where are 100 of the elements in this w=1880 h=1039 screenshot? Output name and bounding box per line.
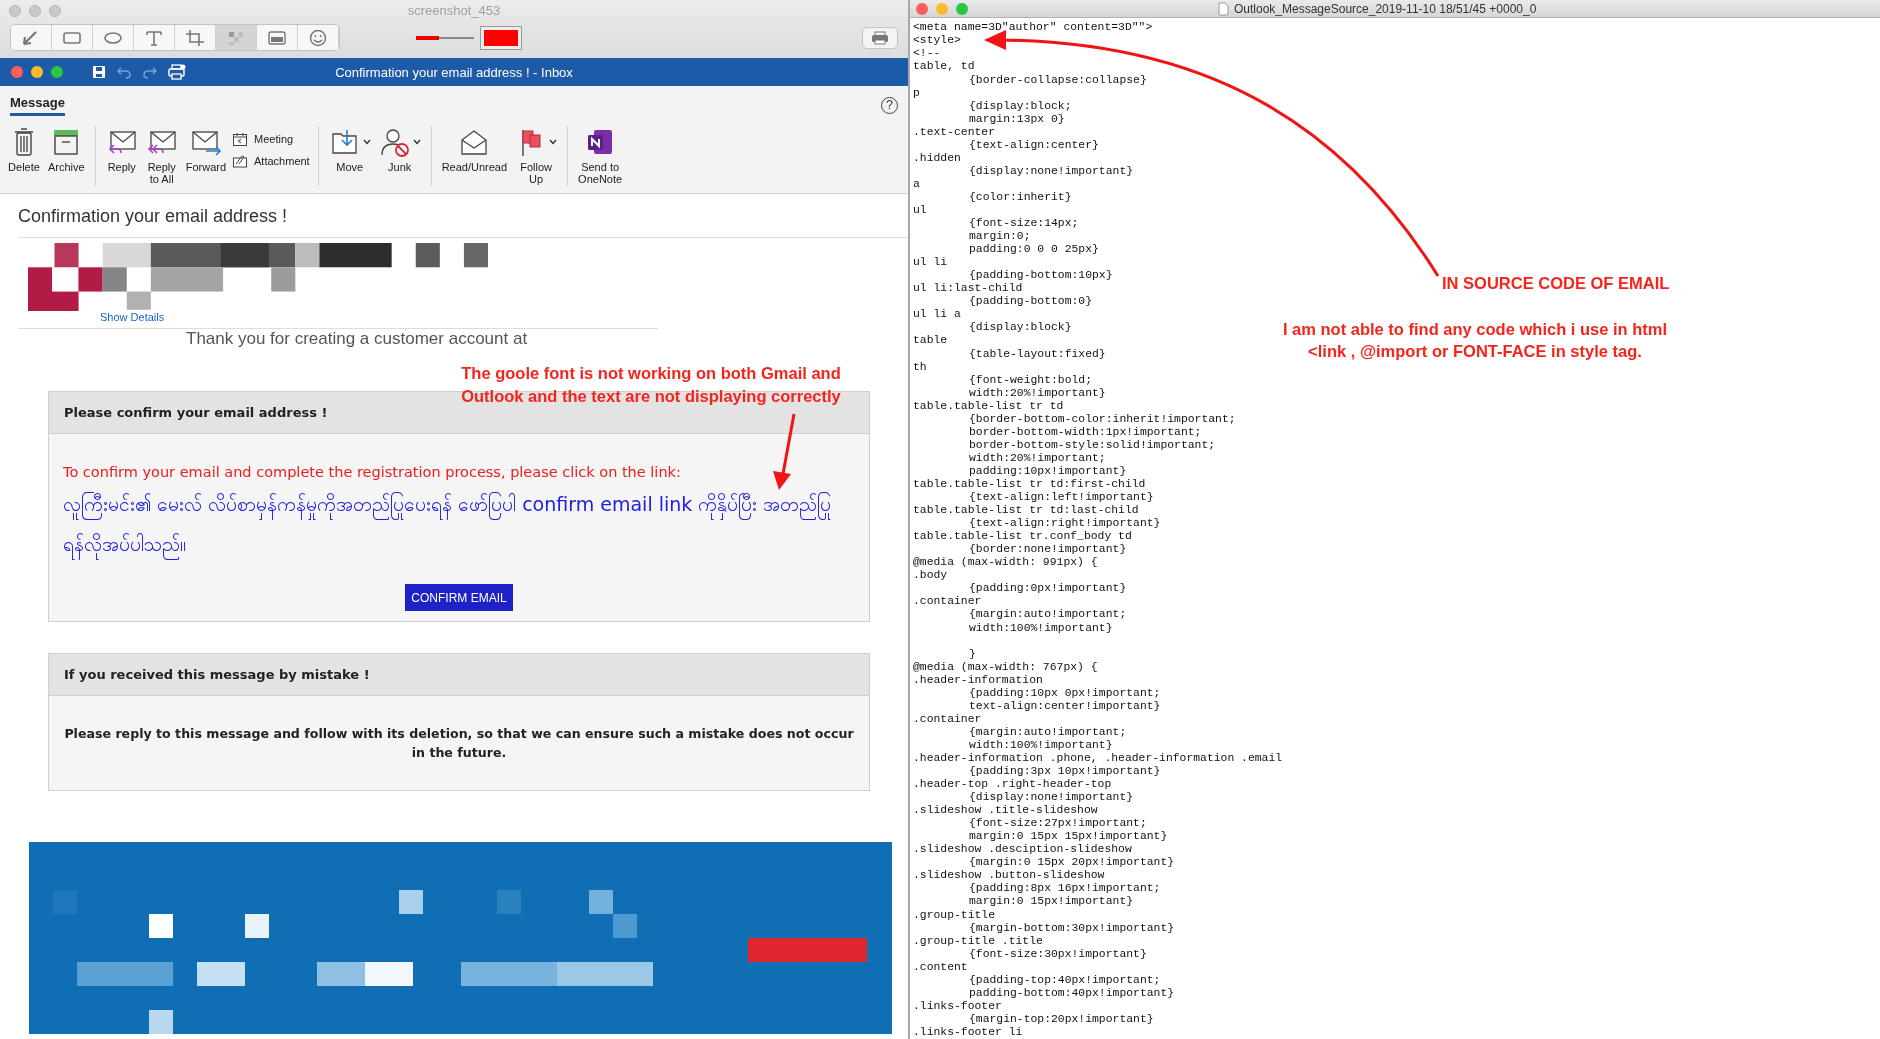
code-line: th	[913, 360, 927, 374]
code-line: .slideshow .button-slideshow	[913, 869, 1105, 883]
code-line: .slideshow .title-slideshow	[913, 804, 1098, 818]
code-line: width:100%!important}	[969, 738, 1113, 752]
code-line: {text-align:center}	[969, 138, 1099, 152]
calendar-icon	[232, 132, 249, 146]
window-zoom-button[interactable]	[49, 5, 61, 17]
code-line: {padding-bottom:0}	[969, 295, 1093, 309]
code-line: text-align:center!important}	[969, 699, 1161, 713]
code-line: {display:block}	[969, 321, 1072, 335]
ribbon-button[interactable]: Send to OneNote	[576, 126, 625, 185]
code-line: table	[913, 334, 948, 348]
code-line: {display:none!important}	[969, 791, 1134, 805]
window-close-button[interactable]	[11, 66, 23, 78]
code-line: .hidden	[913, 151, 961, 165]
code-line: .header-information	[913, 673, 1043, 687]
code-line: ul li	[913, 256, 948, 270]
ribbon-button[interactable]: Attachment	[232, 154, 310, 168]
window-zoom-button[interactable]	[956, 3, 968, 15]
code-line: table.table-list tr td:first-child	[913, 478, 1146, 492]
code-line: .group-title .title	[913, 934, 1043, 948]
email-subject: Confirmation your email address !	[18, 205, 289, 228]
line-width-slider[interactable]	[416, 36, 474, 39]
ribbon-button[interactable]: Reply	[103, 126, 140, 173]
show-details-link[interactable]: Show Details	[100, 311, 165, 323]
window-minimize-button[interactable]	[31, 66, 43, 78]
code-line: margin:0;	[969, 230, 1031, 244]
code-line: {font-size:14px;	[969, 217, 1079, 231]
confirm-email-button[interactable]: CONFIRM EMAIL	[405, 584, 513, 611]
window-minimize-button[interactable]	[29, 5, 41, 17]
code-line: {padding-top:40px!important;	[969, 973, 1161, 987]
code-line: {text-align:right!important}	[969, 517, 1161, 531]
annotation-text: The goole font is not working on both Gmail and Outlook and the text are not displaying correctly	[460, 363, 842, 407]
intro-text: Thank you for creating a customer account at	[186, 329, 528, 349]
window-title: screenshot_453	[407, 2, 501, 18]
ribbon-button[interactable]: Forward	[183, 126, 229, 173]
code-line: padding:0 0 0 25px}	[969, 243, 1099, 257]
code-line: .slideshow .desciption-slideshow	[913, 843, 1132, 857]
code-line: <style>	[913, 34, 961, 48]
code-line: {display:block;	[969, 99, 1072, 113]
code-line: {font-weight:bold;	[969, 373, 1093, 387]
code-line: .content	[913, 960, 968, 974]
code-line: {table-layout:fixed}	[969, 347, 1106, 361]
instruction-text: To confirm your email and complete the registration process, please click on the link:	[63, 463, 682, 482]
code-line: @media (max-width: 767px) {	[913, 660, 1098, 674]
print-icon[interactable]	[862, 26, 898, 49]
code-line: table.table-list tr td	[913, 399, 1064, 413]
code-line: <meta name=3D"author" content=3D"">	[913, 21, 1153, 35]
code-line: .container	[913, 712, 982, 726]
caret-icon	[362, 139, 371, 145]
box-header: If you received this message by mistake !	[49, 654, 869, 696]
window-close-button[interactable]	[9, 5, 21, 17]
code-line: {margin:auto!important;	[969, 725, 1127, 739]
window-close-button[interactable]	[916, 3, 928, 15]
code-line: {padding:0px!important}	[969, 582, 1127, 596]
code-line: {padding:10px 0px!important;	[969, 686, 1161, 700]
ribbon-button[interactable]: Junk	[376, 126, 423, 173]
ribbon-button[interactable]: Reply to All	[143, 126, 180, 185]
pixelate-tool-icon[interactable]	[216, 25, 257, 50]
window-title: Confirmation your email address ! - Inbox	[334, 64, 574, 80]
ribbon-button[interactable]: Meeting	[232, 132, 310, 146]
undo-icon[interactable]	[116, 65, 132, 79]
code-line: padding:10px!important}	[969, 464, 1127, 478]
code-line: width:20%!important;	[969, 451, 1106, 465]
code-line: {font-size:30px!important}	[969, 947, 1147, 961]
arrow-tool-icon[interactable]	[11, 25, 52, 50]
code-line: .group-title	[913, 908, 996, 922]
save-icon[interactable]	[92, 65, 106, 79]
code-line: margin:0 15px 15px!important}	[969, 830, 1168, 844]
ribbon-button[interactable]: Archive	[46, 126, 87, 173]
annotation-text: IN SOURCE CODE OF EMAIL	[1442, 274, 1670, 293]
code-line: border-bottom-width:1px!important;	[969, 425, 1202, 439]
code-line: .container	[913, 595, 982, 609]
annotation-text: I am not able to find any code which i use in html <link , @import or FONT-FACE in style tag.	[1281, 319, 1669, 362]
code-line: {border:none!important}	[969, 543, 1127, 557]
code-line: {margin:auto!important;	[969, 608, 1127, 622]
person-blocked-icon	[378, 127, 411, 157]
code-line: {padding:8px 16px!important;	[969, 882, 1161, 896]
redo-icon[interactable]	[142, 65, 158, 79]
code-line: {border-bottom-color:inherit!important;	[969, 412, 1236, 426]
ribbon-button[interactable]: Read/Unread	[439, 126, 510, 173]
ribbon-button[interactable]: Follow Up	[513, 126, 560, 185]
code-line: {color:inherit}	[969, 190, 1072, 204]
ribbon-button[interactable]: Delete	[6, 126, 42, 173]
code-line: a	[913, 177, 920, 191]
code-line: {border-collapse:collapse}	[969, 73, 1147, 87]
message-tab[interactable]: Message	[10, 95, 65, 116]
code-line: width:20%!important}	[969, 386, 1106, 400]
code-line: ul li:last-child	[913, 282, 1023, 296]
code-line: {padding:3px 10px!important}	[969, 765, 1161, 779]
code-line: table, td	[913, 60, 975, 74]
window-title: Outlook_MessageSource_2019-11-10 18/51/45 +0000_0	[1234, 1, 1537, 16]
color-swatch[interactable]	[480, 25, 522, 50]
print-icon[interactable]	[168, 64, 186, 80]
code-line: margin:13px 0}	[969, 112, 1065, 126]
code-line: .header-information .phone, .header-information .email	[913, 751, 1283, 765]
code-line: .links-footer li	[913, 1025, 1023, 1039]
window-zoom-button[interactable]	[51, 66, 63, 78]
code-line: {font-size:27px!important;	[969, 817, 1147, 831]
ribbon-button[interactable]: Move	[326, 126, 373, 173]
